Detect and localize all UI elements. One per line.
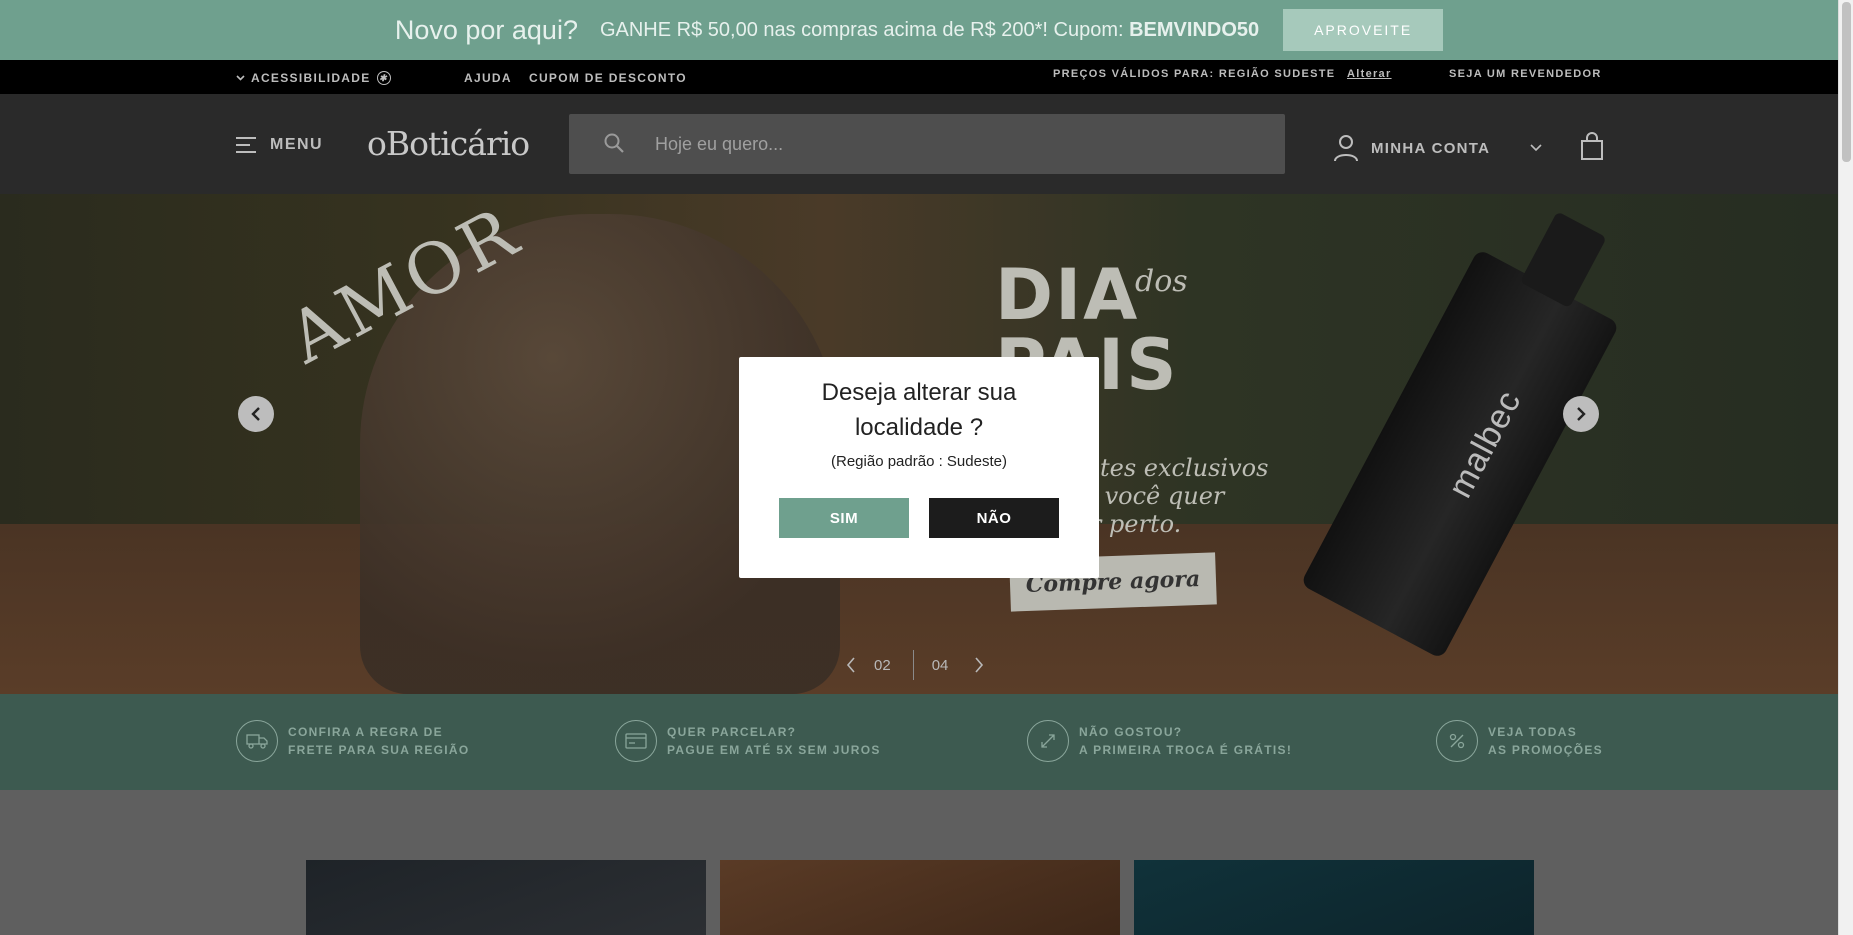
chevron-down-icon bbox=[1530, 144, 1542, 152]
promo-text-body: GANHE R$ 50,00 nas compras acima de R$ 2… bbox=[599, 18, 1130, 41]
accessibility-label: ACESSIBILIDADE bbox=[251, 71, 371, 85]
pager-divider bbox=[912, 650, 914, 680]
carousel-prev-button[interactable] bbox=[238, 396, 274, 432]
coupon-link[interactable]: CUPOM DE DESCONTO bbox=[529, 71, 687, 85]
hamburger-icon bbox=[236, 137, 256, 153]
promo-coupon-code: BEMVINDO50 bbox=[1129, 18, 1260, 41]
modal-yes-button[interactable]: SIM bbox=[779, 498, 909, 538]
site-header: MENU oBoticário MINHA CONTA bbox=[0, 94, 1838, 194]
accessibility-menu[interactable]: ACESSIBILIDADE ✱ bbox=[236, 71, 391, 85]
percent-icon bbox=[1436, 720, 1478, 762]
region-prices-text: PREÇOS VÁLIDOS PARA: REGIÃO SUDESTE bbox=[1053, 68, 1336, 80]
benefit-line-1: NÃO GOSTOU? bbox=[1079, 725, 1183, 739]
benefit-line-2: PAGUE EM ATÉ 5X SEM JUROS bbox=[667, 743, 881, 757]
modal-title-line-2: localidade ? bbox=[854, 414, 984, 441]
benefit-promotions[interactable]: VEJA TODAS AS PROMOÇÕES bbox=[1436, 720, 1603, 762]
account-menu[interactable]: MINHA CONTA bbox=[1333, 134, 1542, 162]
featured-card[interactable] bbox=[306, 860, 706, 935]
modal-no-button[interactable]: NÃO bbox=[929, 498, 1059, 538]
promo-bar: Novo por aqui? GANHE R$ 50,00 nas compra… bbox=[0, 0, 1838, 60]
benefit-exchange[interactable]: NÃO GOSTOU? A PRIMEIRA TROCA É GRÁTIS! bbox=[1027, 720, 1292, 762]
page-scrollbar[interactable] bbox=[1838, 0, 1853, 935]
boticario-logo[interactable]: oBoticário bbox=[367, 124, 530, 163]
featured-section bbox=[0, 790, 1838, 935]
benefit-line-1: VEJA TODAS bbox=[1488, 725, 1578, 739]
featured-card[interactable] bbox=[720, 860, 1120, 935]
card-icon bbox=[615, 720, 657, 762]
hero-tagline-line-1: tes exclusivos bbox=[1100, 454, 1269, 482]
benefit-line-2: A PRIMEIRA TROCA É GRÁTIS! bbox=[1079, 743, 1293, 757]
promo-text: GANHE R$ 50,00 nas compras acima de R$ 2… bbox=[600, 19, 1259, 42]
menu-button[interactable]: MENU bbox=[236, 136, 323, 154]
benefit-installments[interactable]: QUER PARCELAR? PAGUE EM ATÉ 5X SEM JUROS bbox=[615, 720, 881, 762]
benefit-shipping[interactable]: CONFIRA A REGRA DE FRETE PARA SUA REGIÃO bbox=[236, 720, 470, 762]
promo-headline: Novo por aqui? bbox=[394, 14, 578, 45]
chevron-right-icon bbox=[1577, 407, 1586, 421]
scrollbar-thumb[interactable] bbox=[1842, 2, 1851, 162]
carousel-pager: 02 04 bbox=[846, 650, 984, 680]
accessibility-icon: ✱ bbox=[376, 71, 391, 85]
hero-dos-text: dos bbox=[1135, 264, 1188, 299]
pager-next-icon[interactable] bbox=[974, 657, 984, 673]
reseller-link[interactable]: SEJA UM REVENDEDOR bbox=[1449, 68, 1602, 80]
modal-title: Deseja alterar sua localidade ? bbox=[739, 375, 1099, 445]
hero-tagline: tes exclusivos em você quer por perto. bbox=[1060, 454, 1269, 538]
search-icon[interactable] bbox=[603, 132, 625, 154]
chevron-left-icon bbox=[251, 407, 260, 421]
benefit-line-2: FRETE PARA SUA REGIÃO bbox=[288, 743, 470, 757]
promo-aproveite-button[interactable]: APROVEITE bbox=[1283, 9, 1444, 51]
modal-title-line-1: Deseja alterar sua bbox=[821, 379, 1017, 406]
search-input[interactable] bbox=[655, 128, 1255, 160]
pager-prev-icon[interactable] bbox=[846, 657, 856, 673]
account-label: MINHA CONTA bbox=[1371, 139, 1491, 157]
change-region-link[interactable]: Alterar bbox=[1347, 68, 1392, 80]
shopping-bag-icon[interactable] bbox=[1580, 132, 1604, 160]
exchange-icon bbox=[1027, 720, 1069, 762]
benefit-line-1: QUER PARCELAR? bbox=[667, 725, 797, 739]
benefit-line-1: CONFIRA A REGRA DE bbox=[288, 725, 443, 739]
region-modal: Deseja alterar sua localidade ? (Região … bbox=[739, 357, 1099, 578]
user-icon bbox=[1334, 135, 1358, 162]
benefit-line-2: AS PROMOÇÕES bbox=[1488, 743, 1603, 757]
pager-current: 02 bbox=[874, 656, 891, 674]
carousel-next-button[interactable] bbox=[1563, 396, 1599, 432]
chevron-down-icon bbox=[236, 75, 245, 81]
product-label: malbec bbox=[1440, 384, 1529, 504]
utility-bar: ACESSIBILIDADE ✱ AJUDA CUPOM DE DESCONTO… bbox=[0, 60, 1838, 94]
help-link[interactable]: AJUDA bbox=[464, 71, 512, 85]
benefits-bar: CONFIRA A REGRA DE FRETE PARA SUA REGIÃO … bbox=[0, 694, 1838, 790]
truck-icon bbox=[236, 720, 278, 762]
search-bar bbox=[569, 114, 1285, 174]
bottle-cap bbox=[1519, 211, 1607, 309]
modal-subtitle: (Região padrão : Sudeste) bbox=[831, 453, 1007, 470]
pager-total: 04 bbox=[931, 656, 949, 674]
menu-label: MENU bbox=[270, 136, 324, 153]
featured-card[interactable] bbox=[1134, 860, 1534, 935]
